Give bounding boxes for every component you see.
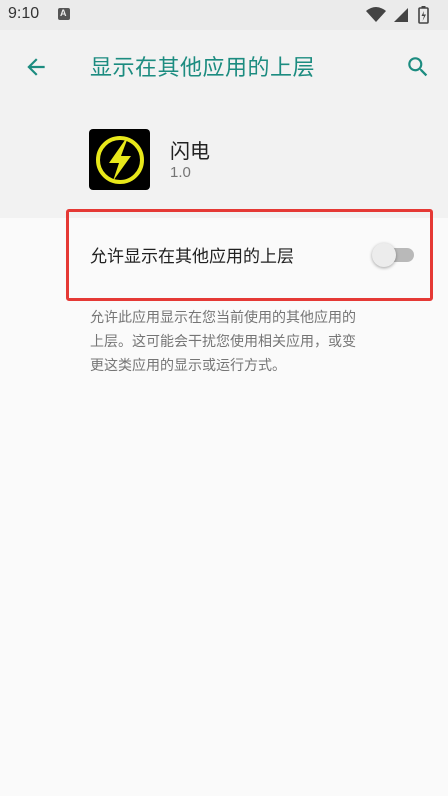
app-header: 闪电 1.0 <box>0 104 448 218</box>
status-indicators <box>364 6 442 24</box>
app-icon <box>89 129 150 190</box>
battery-icon <box>418 6 429 24</box>
description-line: 允许此应用显示在您当前使用的其他应用的 <box>90 310 356 326</box>
back-button[interactable] <box>14 45 58 89</box>
notification-icon: A <box>58 8 70 20</box>
search-icon <box>408 57 428 77</box>
description-line: 更这类应用的显示或运行方式。 <box>90 358 286 374</box>
app-bar: 显示在其他应用的上层 <box>0 30 448 104</box>
signal-icon <box>394 8 408 22</box>
notification-icon-letter: A <box>60 8 67 18</box>
overlay-permission-row[interactable]: 允许显示在其他应用的上层 <box>0 218 448 290</box>
wifi-icon <box>366 7 386 22</box>
status-icons <box>366 6 429 24</box>
page-title: 显示在其他应用的上层 <box>90 56 316 81</box>
arrow-left-icon <box>27 58 45 76</box>
app-version: 1.0 <box>170 164 191 181</box>
setting-description: 允许此应用显示在您当前使用的其他应用的 上层。这可能会干扰您使用相关应用，或变 … <box>90 306 430 378</box>
overlay-permission-toggle[interactable] <box>372 242 416 267</box>
lightning-bolt-icon <box>95 135 144 184</box>
toggle-thumb <box>372 243 396 267</box>
status-bar: 9:10 A <box>0 0 448 30</box>
status-time: 9:10 <box>8 5 40 22</box>
description-line: 上层。这可能会干扰您使用相关应用，或变 <box>90 334 356 350</box>
overlay-permission-label: 允许显示在其他应用的上层 <box>90 247 294 267</box>
search-button[interactable] <box>396 45 440 89</box>
app-name: 闪电 <box>170 139 210 163</box>
